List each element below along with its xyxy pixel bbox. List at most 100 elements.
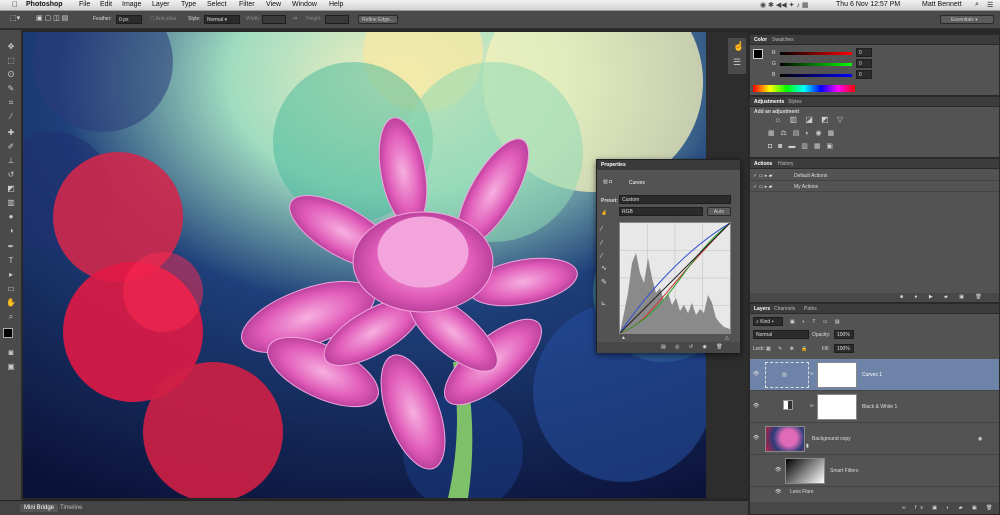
tab-history[interactable]: History [778, 161, 794, 167]
workspace-select[interactable]: Essentials ▾ [940, 15, 994, 24]
blend-mode-select[interactable]: Normal [753, 330, 809, 339]
adjustment-icons-row2[interactable]: ▦ ⚖ ▤ ◐ ◉ ▦ [768, 130, 836, 137]
layer-name[interactable]: Curves 1 [862, 372, 882, 378]
properties-icon[interactable]: ☰ [733, 58, 741, 67]
menu-image[interactable]: Image [122, 1, 141, 8]
menu-edit[interactable]: Edit [100, 1, 112, 8]
adjustment-icons-row3[interactable]: ◘ ◙ ▬ ▥ ▦ ▣ [768, 143, 835, 150]
fg-color-swatch[interactable] [753, 49, 763, 59]
tab-mini-bridge[interactable]: Mini Bridge [20, 504, 59, 512]
marquee-tool-icon[interactable]: ⬚ [4, 56, 18, 66]
foreground-color[interactable] [3, 328, 13, 338]
layers-buttons[interactable]: ∞ fx ▣ ◐ ▰ ▣ 🗑 [902, 505, 996, 511]
pencil-tool-icon[interactable]: ✎ [601, 278, 607, 286]
menu-window[interactable]: Window [292, 1, 317, 8]
menu-layer[interactable]: Layer [152, 1, 170, 8]
filter-icons[interactable]: ▣ ◐ T ▭ ▤ [790, 319, 843, 325]
target-adjust-icon[interactable]: ☝ [601, 210, 607, 216]
actions-buttons[interactable]: ■ ● ▶ ▰ ▣ 🗑 [900, 294, 987, 300]
eye-icon[interactable]: 👁 [753, 403, 759, 409]
black-point-slider[interactable]: ▲ [621, 335, 626, 341]
feather-input[interactable]: 0 px [116, 15, 142, 24]
g-slider[interactable] [780, 63, 852, 66]
quick-mask-icon[interactable]: ◙ [4, 348, 18, 358]
black-point-eyedropper-icon[interactable]: ⁄ [601, 226, 602, 233]
layer-row-background-copy[interactable]: 👁 ▮ Background copy ◉ [750, 423, 999, 455]
checkmark-icon[interactable]: ✓ ▭ ▸ ▰ [753, 173, 772, 179]
tab-paths[interactable]: Paths [804, 306, 817, 312]
pen-tool-icon[interactable]: ✒ [4, 242, 18, 252]
lasso-tool-icon[interactable]: ʘ [4, 70, 18, 80]
list-icon[interactable]: ☰ [987, 1, 993, 9]
g-value[interactable]: 0 [856, 59, 872, 68]
type-tool-icon[interactable]: T [4, 256, 18, 266]
color-spectrum[interactable] [753, 85, 855, 92]
tab-timeline[interactable]: Timeline [56, 504, 86, 512]
tab-actions[interactable]: Actions [754, 161, 772, 167]
marquee-tool-icon[interactable]: ⬚▾ [10, 14, 20, 22]
menu-filter[interactable]: Filter [239, 1, 255, 8]
layer-row-smart-filters[interactable]: 👁 Smart Filters [750, 455, 999, 487]
smooth-icon[interactable]: ⊾ [601, 300, 606, 307]
antialias-checkbox[interactable]: ☐ Anti-alias [150, 16, 176, 22]
brush-tool-icon[interactable]: ✐ [4, 142, 18, 152]
shape-tool-icon[interactable]: ▭ [4, 284, 18, 294]
tab-swatches[interactable]: Swatches [772, 37, 794, 43]
gradient-tool-icon[interactable]: ▥ [4, 198, 18, 208]
tab-adjustments[interactable]: Adjustments [754, 99, 784, 105]
white-point-slider[interactable]: △ [725, 335, 729, 341]
swap-icon[interactable]: ⇄ [293, 16, 297, 22]
refine-edge-button[interactable]: Refine Edge... [358, 15, 398, 24]
blur-tool-icon[interactable]: ● [4, 212, 18, 222]
layer-row-black-white[interactable]: 👁 ∞ Black & White 1 [750, 391, 999, 423]
b-value[interactable]: 0 [856, 70, 872, 79]
layer-name[interactable]: Smart Filters [830, 468, 858, 474]
selection-mode-icons[interactable]: ▣ ▢ ◫ ▤ [36, 14, 68, 22]
path-select-icon[interactable]: ▸ [4, 270, 18, 280]
r-value[interactable]: 0 [856, 48, 872, 57]
tool-presets-icon[interactable]: ☝ [733, 42, 744, 51]
clone-stamp-icon[interactable]: ⊥ [4, 156, 18, 166]
white-point-eyedropper-icon[interactable]: ⁄ [601, 253, 602, 260]
menu-view[interactable]: View [266, 1, 281, 8]
properties-titlebar[interactable]: Properties [597, 160, 740, 170]
eyedropper-icon[interactable]: ⁄ [4, 112, 18, 122]
auto-button[interactable]: Auto [707, 207, 731, 216]
tab-color[interactable]: Color [754, 37, 767, 43]
search-icon[interactable]: ⌕ [975, 1, 979, 9]
healing-brush-icon[interactable]: ✚ [4, 128, 18, 138]
tab-channels[interactable]: Channels [774, 306, 795, 312]
checkmark-icon[interactable]: ✓ ▭ ▸ ▰ [753, 184, 772, 190]
action-set[interactable]: ✓ ▭ ▸ ▰ My Actions [750, 181, 999, 192]
crop-tool-icon[interactable]: ⌗ [4, 98, 18, 108]
menu-help[interactable]: Help [329, 1, 343, 8]
apple-icon[interactable]:  [12, 0, 18, 9]
lock-icons[interactable]: ▦ ✎ ✥ 🔒 [766, 346, 811, 352]
preset-select[interactable]: Custom [619, 195, 731, 204]
properties-buttons[interactable]: ▤ ◎ ↺ ◉ 🗑 [661, 344, 727, 350]
hand-tool-icon[interactable]: ✋ [4, 298, 18, 308]
gray-point-eyedropper-icon[interactable]: ⁄ [601, 240, 602, 247]
quick-select-icon[interactable]: ✎ [4, 84, 18, 94]
tab-styles[interactable]: Styles [788, 99, 802, 105]
height-input[interactable] [325, 15, 349, 24]
eye-icon[interactable]: 👁 [753, 371, 759, 377]
action-set[interactable]: ✓ ▭ ▸ ▰ Default Actions [750, 170, 999, 181]
style-select[interactable]: Normal ▾ [204, 15, 240, 24]
eye-icon[interactable]: 👁 [775, 467, 781, 473]
r-slider[interactable] [780, 52, 852, 55]
layer-row-lens-flare[interactable]: 👁 Lens Flare [750, 487, 999, 497]
b-slider[interactable] [780, 74, 852, 77]
history-brush-icon[interactable]: ↺ [4, 170, 18, 180]
menu-file[interactable]: File [79, 1, 90, 8]
status-icons[interactable]: ◉ ✱ ◀◀ ✦ ♪ ▦ [760, 1, 808, 9]
fill-input[interactable]: 100% [834, 344, 854, 353]
clock[interactable]: Thu 6 Nov 12:57 PM [836, 1, 900, 8]
opacity-input[interactable]: 100% [834, 330, 854, 339]
adjustment-icons-row1[interactable]: ☼ ▥ ◪ ◩ ▽ [774, 116, 846, 124]
kind-filter[interactable]: ⌕ Kind ▾ [753, 317, 783, 326]
layer-row-curves[interactable]: 👁 ▨ ∞ Curves 1 [750, 359, 999, 391]
screen-mode-icon[interactable]: ▣ [4, 362, 18, 372]
menu-type[interactable]: Type [181, 1, 196, 8]
channel-select[interactable]: RGB [619, 207, 703, 216]
